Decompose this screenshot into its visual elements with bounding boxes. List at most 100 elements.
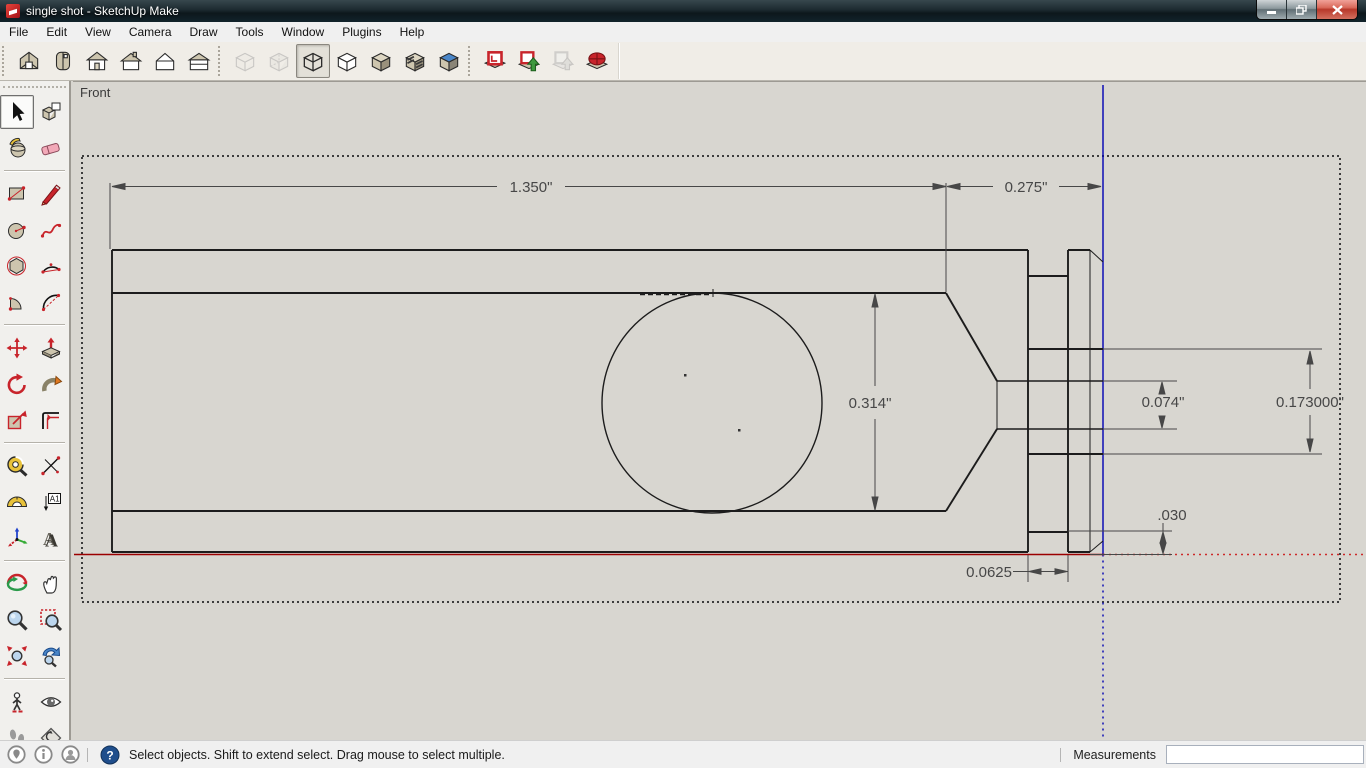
shaded-textures-style-button[interactable] xyxy=(398,44,432,78)
menu-edit[interactable]: Edit xyxy=(37,23,76,41)
pan-tool[interactable] xyxy=(34,567,68,601)
scale-tool[interactable] xyxy=(0,403,34,437)
restore-button[interactable] xyxy=(1287,0,1317,19)
dimension-annotations[interactable]: 1.350" 0.275" 0.314" xyxy=(110,179,1344,582)
tape-measure-icon xyxy=(5,454,29,478)
drawing-canvas[interactable]: Front xyxy=(73,82,1366,741)
drawing-axes xyxy=(74,85,1366,741)
back-edges-style-button[interactable] xyxy=(262,44,296,78)
axes-tool[interactable] xyxy=(0,521,34,555)
push-pull-tool[interactable] xyxy=(34,331,68,365)
svg-text:?: ? xyxy=(106,748,113,762)
xray-style-button[interactable] xyxy=(228,44,262,78)
right-view-button[interactable] xyxy=(182,44,216,78)
3d-text-tool[interactable]: AA xyxy=(34,521,68,555)
left-view-button[interactable] xyxy=(148,44,182,78)
arc-tool[interactable] xyxy=(34,285,68,319)
title-bar[interactable]: single shot - SketchUp Make xyxy=(0,0,1366,22)
top-view-button[interactable] xyxy=(46,44,80,78)
window-controls xyxy=(1256,0,1358,20)
measurements-input[interactable] xyxy=(1166,745,1364,764)
text-tool[interactable]: A1 xyxy=(34,485,68,519)
follow-me-tool[interactable] xyxy=(34,367,68,401)
model-geometry[interactable] xyxy=(112,250,1103,552)
status-bar: ? Select objects. Shift to extend select… xyxy=(0,740,1366,768)
hidden-line-style-button[interactable] xyxy=(330,44,364,78)
send-to-layout-button[interactable] xyxy=(478,44,512,78)
geolocation-button[interactable] xyxy=(5,744,27,766)
iso-view-button[interactable] xyxy=(12,44,46,78)
toolbar-drag-handle[interactable] xyxy=(2,46,10,76)
make-component-tool[interactable] xyxy=(34,95,68,129)
dimension-groove-depth: .030 xyxy=(1068,507,1187,555)
upload-model-button[interactable] xyxy=(512,44,546,78)
close-icon xyxy=(1332,5,1343,15)
left-view-icon xyxy=(152,48,178,74)
menu-plugins[interactable]: Plugins xyxy=(333,23,390,41)
tool-palette: A1 AA xyxy=(0,81,71,740)
menu-file[interactable]: File xyxy=(0,23,37,41)
offset-tool[interactable] xyxy=(34,403,68,437)
shaded-textures-style-icon xyxy=(402,48,428,74)
share-component-button[interactable] xyxy=(546,44,580,78)
paint-bucket-tool[interactable] xyxy=(0,131,34,165)
zoom-window-tool[interactable] xyxy=(34,603,68,637)
minimize-button[interactable] xyxy=(1257,0,1287,19)
palette-drag-handle[interactable] xyxy=(3,86,66,91)
protractor-tool[interactable] xyxy=(0,485,34,519)
line-tool[interactable] xyxy=(34,177,68,211)
polygon-tool[interactable] xyxy=(0,249,34,283)
palette-divider xyxy=(4,560,65,562)
wireframe-style-button[interactable] xyxy=(296,44,330,78)
menu-camera[interactable]: Camera xyxy=(120,23,181,41)
svg-text:0.0625: 0.0625 xyxy=(966,564,1012,581)
select-tool[interactable] xyxy=(0,95,34,129)
guide-point xyxy=(684,374,687,377)
rectangle-tool[interactable] xyxy=(0,177,34,211)
zoom-previous-tool[interactable] xyxy=(34,639,68,673)
zoom-extents-tool[interactable] xyxy=(0,639,34,673)
menu-help[interactable]: Help xyxy=(391,23,434,41)
model-viewport[interactable]: Front xyxy=(73,81,1366,740)
toolbar-separator[interactable] xyxy=(218,46,226,76)
dimension-overall-length: 1.350" xyxy=(110,179,946,292)
orbit-icon xyxy=(5,572,29,596)
toolbar-separator[interactable] xyxy=(468,46,476,76)
back-edges-style-icon xyxy=(266,48,292,74)
shaded-style-button[interactable] xyxy=(364,44,398,78)
tape-measure-tool[interactable] xyxy=(0,449,34,483)
zoom-tool[interactable] xyxy=(0,603,34,637)
menu-tools[interactable]: Tools xyxy=(227,23,273,41)
zoom-extents-icon xyxy=(5,644,29,668)
front-view-button[interactable] xyxy=(80,44,114,78)
close-button[interactable] xyxy=(1317,0,1357,19)
circle-tool[interactable] xyxy=(0,213,34,247)
3d-text-icon: AA xyxy=(39,526,63,550)
menu-window[interactable]: Window xyxy=(273,23,334,41)
dimension-tool[interactable] xyxy=(34,449,68,483)
status-divider xyxy=(87,748,88,762)
rotate-tool[interactable] xyxy=(0,367,34,401)
two-point-arc-tool[interactable] xyxy=(34,249,68,283)
palette-group xyxy=(0,176,68,320)
model-info-button[interactable] xyxy=(32,744,54,766)
pie-tool[interactable] xyxy=(0,285,34,319)
axes-icon xyxy=(5,526,29,550)
menu-view[interactable]: View xyxy=(76,23,120,41)
extension-warehouse-button[interactable] xyxy=(580,44,614,78)
geolocation-icon xyxy=(7,745,26,764)
menu-draw[interactable]: Draw xyxy=(181,23,227,41)
sign-in-button[interactable] xyxy=(59,744,81,766)
freehand-tool[interactable] xyxy=(34,213,68,247)
help-button[interactable]: ? xyxy=(99,744,121,766)
back-view-button[interactable] xyxy=(114,44,148,78)
monochrome-style-button[interactable] xyxy=(432,44,466,78)
minimize-icon xyxy=(1267,5,1277,14)
svg-text:0.275": 0.275" xyxy=(1005,179,1048,196)
arc-icon xyxy=(39,290,63,314)
look-around-tool[interactable] xyxy=(34,685,68,719)
position-camera-tool[interactable] xyxy=(0,685,34,719)
eraser-tool[interactable] xyxy=(34,131,68,165)
orbit-tool[interactable] xyxy=(0,567,34,601)
move-tool[interactable] xyxy=(0,331,34,365)
